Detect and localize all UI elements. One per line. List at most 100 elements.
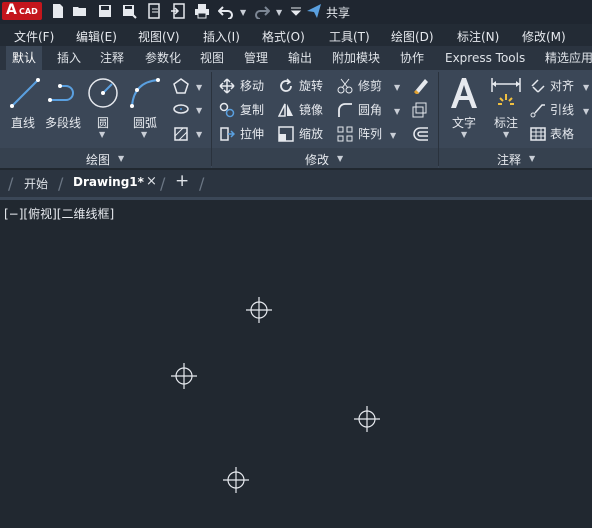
trim-label[interactable]: 修剪	[358, 77, 382, 95]
save-icon[interactable]	[97, 3, 113, 19]
arc-label[interactable]: 圆弧	[133, 114, 157, 131]
scale-label[interactable]: 缩放	[299, 125, 323, 143]
rotate-icon[interactable]	[278, 78, 294, 94]
copy-label[interactable]: 复制	[240, 101, 264, 119]
explode-icon[interactable]	[412, 102, 430, 118]
menu-insert[interactable]: 插入(I)	[203, 28, 240, 45]
start-tab[interactable]: 开始	[24, 175, 48, 192]
mirror-label[interactable]: 镜像	[299, 101, 323, 119]
annotation-panel-expand-icon[interactable]: ▼	[529, 154, 535, 163]
leader-label[interactable]: 引线	[550, 101, 574, 119]
leader-dropdown-icon[interactable]: ▼	[583, 107, 589, 116]
stretch-label[interactable]: 拉伸	[240, 125, 264, 143]
point-marker[interactable]	[223, 467, 249, 493]
hatch-icon[interactable]	[173, 126, 189, 142]
array-dropdown-icon[interactable]: ▼	[390, 131, 396, 140]
tab-view[interactable]: 视图	[200, 46, 224, 70]
tab-express-tools[interactable]: Express Tools	[445, 46, 525, 70]
redo-icon[interactable]	[254, 3, 270, 19]
aligned-dropdown-icon[interactable]: ▼	[583, 83, 589, 92]
erase-icon[interactable]	[412, 76, 430, 94]
scale-icon[interactable]	[278, 126, 294, 142]
menu-file[interactable]: 文件(F)	[14, 28, 54, 45]
redo-dropdown-icon[interactable]: ▼	[276, 8, 282, 17]
fillet-icon[interactable]	[337, 102, 353, 118]
tab-default[interactable]: 默认	[6, 46, 43, 70]
aligned-dim-icon[interactable]	[530, 78, 546, 94]
fillet-label[interactable]: 圆角	[358, 101, 382, 119]
arc-dropdown-icon[interactable]: ▼	[141, 130, 147, 139]
move-icon[interactable]	[219, 78, 235, 94]
tab-output[interactable]: 输出	[288, 46, 312, 70]
move-label[interactable]: 移动	[240, 77, 264, 95]
open-folder-icon[interactable]	[72, 3, 88, 19]
table-icon[interactable]	[530, 126, 546, 142]
new-tab-button[interactable]: +	[175, 171, 189, 191]
circle-dropdown-icon[interactable]: ▼	[99, 130, 105, 139]
viewport-controls[interactable]: [−][俯视][二维线框]	[4, 205, 114, 222]
line-label[interactable]: 直线	[11, 114, 35, 131]
rotate-label[interactable]: 旋转	[299, 77, 323, 95]
hatch-dropdown-icon[interactable]: ▼	[196, 130, 202, 139]
mirror-icon[interactable]	[278, 102, 294, 118]
share-label[interactable]: 共享	[326, 4, 350, 21]
polygon-icon[interactable]	[173, 78, 189, 94]
copy-icon[interactable]	[219, 102, 235, 118]
leader-icon[interactable]	[530, 102, 546, 118]
tab-featured-apps[interactable]: 精选应用	[545, 46, 592, 70]
point-marker[interactable]	[171, 363, 197, 389]
share-icon[interactable]	[306, 3, 322, 19]
polygon-dropdown-icon[interactable]: ▼	[196, 83, 202, 92]
point-marker[interactable]	[354, 406, 380, 432]
menu-edit[interactable]: 编辑(E)	[76, 28, 117, 45]
point-marker[interactable]	[246, 297, 272, 323]
dimension-dropdown-icon[interactable]: ▼	[503, 130, 509, 139]
trim-icon[interactable]	[337, 78, 353, 94]
table-label[interactable]: 表格	[550, 125, 574, 143]
menu-dimension[interactable]: 标注(N)	[457, 28, 499, 45]
tab-collaborate[interactable]: 协作	[400, 46, 424, 70]
plot-icon[interactable]	[194, 3, 210, 19]
fillet-dropdown-icon[interactable]: ▼	[394, 107, 400, 116]
arc-icon[interactable]	[128, 76, 162, 110]
close-tab-icon[interactable]: ×	[146, 174, 157, 189]
save-as-icon[interactable]	[121, 3, 137, 19]
menu-format[interactable]: 格式(O)	[262, 28, 305, 45]
drawing-tab[interactable]: Drawing1*	[73, 175, 144, 189]
array-icon[interactable]	[337, 126, 353, 142]
stretch-icon[interactable]	[219, 126, 235, 142]
text-dropdown-icon[interactable]: ▼	[461, 130, 467, 139]
undo-dropdown-icon[interactable]: ▼	[240, 8, 246, 17]
new-file-icon[interactable]	[50, 3, 66, 19]
modify-panel-expand-icon[interactable]: ▼	[337, 154, 343, 163]
circle-icon[interactable]	[86, 76, 120, 110]
trim-dropdown-icon[interactable]: ▼	[394, 83, 400, 92]
tab-annotate[interactable]: 注释	[100, 46, 124, 70]
menu-draw[interactable]: 绘图(D)	[391, 28, 434, 45]
tab-addins[interactable]: 附加模块	[332, 46, 380, 70]
line-icon[interactable]	[8, 76, 42, 110]
menu-modify[interactable]: 修改(M)	[522, 28, 566, 45]
open-from-web-icon[interactable]	[146, 3, 162, 19]
save-to-web-icon[interactable]	[170, 3, 186, 19]
tab-manage[interactable]: 管理	[244, 46, 268, 70]
ellipse-dropdown-icon[interactable]: ▼	[196, 106, 202, 115]
menu-view[interactable]: 视图(V)	[138, 28, 180, 45]
app-logo[interactable]: A CAD	[2, 2, 42, 20]
aligned-label[interactable]: 对齐	[550, 77, 574, 95]
text-label[interactable]: 文字	[452, 114, 476, 131]
array-label[interactable]: 阵列	[358, 125, 382, 143]
customize-qat-icon[interactable]	[288, 3, 304, 19]
polyline-label[interactable]: 多段线	[45, 114, 81, 131]
dimension-icon[interactable]	[489, 76, 523, 110]
tab-parametric[interactable]: 参数化	[145, 46, 181, 70]
ellipse-icon[interactable]	[173, 102, 189, 116]
tab-insert[interactable]: 插入	[57, 46, 81, 70]
undo-icon[interactable]	[218, 3, 234, 19]
polyline-icon[interactable]	[48, 78, 82, 108]
menu-tools[interactable]: 工具(T)	[329, 28, 370, 45]
drawing-canvas[interactable]	[0, 200, 592, 528]
draw-panel-expand-icon[interactable]: ▼	[118, 154, 124, 163]
text-icon[interactable]	[448, 76, 480, 110]
circle-label[interactable]: 圆	[97, 114, 109, 131]
